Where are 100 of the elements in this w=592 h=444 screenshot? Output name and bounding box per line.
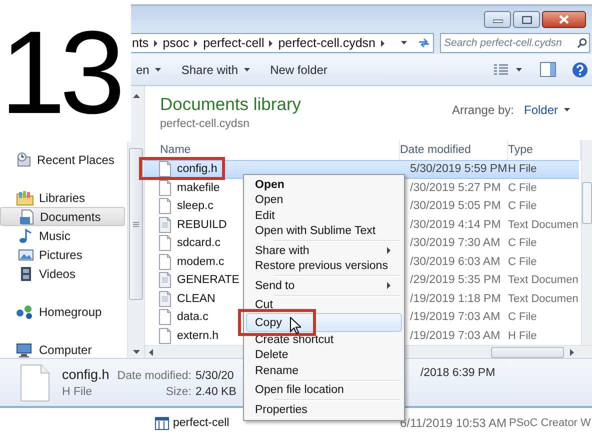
close-icon	[559, 15, 569, 24]
close-button[interactable]	[542, 11, 586, 28]
scrollbar-thumb[interactable]	[129, 148, 143, 300]
menu-item[interactable]: Open with Sublime Text	[246, 224, 402, 239]
file-name[interactable]: CLEAN	[177, 292, 216, 305]
step-number: 13	[0, 14, 120, 132]
nav-item[interactable]: Music	[0, 226, 125, 245]
file-type: PSoC Creator W	[509, 417, 592, 429]
cursor-icon	[290, 317, 301, 334]
details-label: Date modified:	[117, 370, 192, 382]
file-name[interactable]: sleep.c	[177, 200, 214, 212]
menu-item[interactable]: Delete	[246, 348, 402, 363]
nav-item[interactable]: Recent Places	[0, 150, 125, 169]
date-modified: /30/2019 7:30 AM	[409, 237, 502, 250]
search-icon	[577, 38, 587, 48]
date-modified: /30/2019 6:03 AM	[409, 256, 502, 268]
refresh-icon	[418, 38, 430, 48]
file-name[interactable]: perfect-cell	[173, 417, 230, 429]
submenu-arrow-icon	[387, 282, 391, 290]
file-icon	[20, 364, 50, 402]
date-modified: /29/2019 5:35 PM	[409, 274, 502, 286]
breadcrumb[interactable]: perfect-cell	[203, 36, 264, 50]
breadcrumb[interactable]: nts	[132, 36, 149, 50]
file-name[interactable]: data.c	[177, 311, 208, 324]
file-name[interactable]: makefile	[177, 182, 220, 194]
computer-icon	[16, 342, 34, 358]
chevron-right-icon	[269, 40, 274, 46]
submenu-arrow-icon	[387, 247, 391, 254]
documents-icon	[19, 208, 35, 224]
film-icon	[18, 266, 34, 282]
file-type: C File	[508, 237, 538, 250]
menu-item[interactable]: Cut	[246, 298, 402, 313]
date-modified: /19/2019 7:03 AM	[409, 311, 502, 324]
menu-item[interactable]: Share with	[246, 243, 402, 258]
details-value: /2018 6:39 PM	[420, 367, 496, 379]
maximize-icon	[522, 16, 532, 24]
file-name[interactable]: config.h	[177, 163, 218, 176]
dropdown-caret-icon	[516, 68, 522, 72]
menu-item[interactable]: Send to	[246, 278, 402, 294]
minimize-icon	[492, 16, 502, 22]
details-file-name: config.h	[62, 367, 110, 382]
scroll-down-icon	[132, 350, 140, 354]
file-type: C File	[508, 256, 538, 268]
toolbar-button[interactable]: en	[128, 58, 170, 80]
chevron-right-icon	[154, 40, 158, 46]
details-label: Size:	[164, 386, 192, 398]
file-name[interactable]: modem.c	[177, 256, 224, 268]
date-modified: 5/30/2019 5:59 PM	[409, 163, 508, 176]
scroll-right-icon	[570, 348, 574, 356]
minimize-button[interactable]	[484, 11, 511, 28]
menu-item[interactable]: Open file location	[246, 382, 402, 398]
chevron-right-icon	[194, 40, 198, 46]
menu-item[interactable]: Properties	[246, 402, 402, 418]
nav-item[interactable]: Videos	[0, 264, 125, 283]
library-subtitle: perfect-cell.cydsn	[160, 118, 250, 130]
help-icon	[572, 62, 588, 78]
nav-item[interactable]: Libraries	[0, 188, 125, 207]
file-type: Text Documen	[508, 274, 579, 286]
libraries-icon	[16, 190, 34, 206]
recent-places-icon	[16, 152, 32, 168]
pictures-icon	[18, 246, 34, 262]
maximize-button[interactable]	[513, 11, 540, 28]
toolbar-button[interactable]: New folder	[262, 58, 336, 80]
scrollbar-thumb[interactable]	[582, 182, 592, 224]
address-bar[interactable]: nts psoc perfect-cell perfect-cell.cydsn	[128, 33, 434, 53]
date-modified: /19/2019 7:03 AM	[409, 330, 502, 342]
file-type: Text Documen	[508, 218, 579, 231]
file-name[interactable]: sdcard.c	[177, 237, 220, 250]
homegroup-icon	[16, 304, 34, 320]
menu-item[interactable]: Copy	[246, 313, 402, 332]
file-type: Text Documen	[508, 292, 579, 305]
nav-item[interactable]: Homegroup	[0, 302, 125, 321]
arrange-dropdown[interactable]: Folder	[524, 103, 570, 117]
preview-pane-icon	[540, 62, 556, 77]
scrollbar-thumb[interactable]	[491, 346, 564, 358]
date-modified: 6/11/2019 10:53 AM	[400, 416, 508, 430]
file-type: C File	[508, 311, 538, 324]
toolbar-button[interactable]: Share with	[173, 58, 258, 80]
nav-item[interactable]: Computer	[0, 340, 125, 359]
dropdown-caret-icon	[244, 68, 250, 72]
menu-item[interactable]: Restore previous versions	[246, 258, 402, 274]
menu-item[interactable]: Open	[246, 177, 402, 192]
date-modified: /19/2019 1:18 PM	[409, 292, 502, 305]
file-name[interactable]: extern.h	[177, 330, 219, 342]
date-modified: /30/2019 4:14 PM	[409, 218, 502, 231]
library-title: Documents library	[160, 94, 302, 115]
menu-item[interactable]: Open	[246, 192, 402, 208]
menu-item[interactable]: Rename	[246, 363, 402, 378]
nav-item[interactable]: Documents	[0, 207, 125, 226]
breadcrumb[interactable]: perfect-cell.cydsn	[278, 36, 376, 50]
search-field[interactable]: Search perfect-cell.cydsn	[440, 33, 590, 53]
dropdown-caret-icon	[155, 68, 162, 72]
file-name[interactable]: REBUILD	[177, 218, 227, 231]
menu-item[interactable]: Edit	[246, 208, 402, 224]
breadcrumb[interactable]: psoc	[162, 36, 190, 50]
file-type: C File	[508, 182, 538, 194]
project-icon	[155, 416, 169, 430]
file-name[interactable]: GENERATE	[177, 274, 240, 286]
nav-item[interactable]: Pictures	[0, 245, 125, 264]
date-modified: /30/2019 5:27 PM	[409, 182, 502, 194]
